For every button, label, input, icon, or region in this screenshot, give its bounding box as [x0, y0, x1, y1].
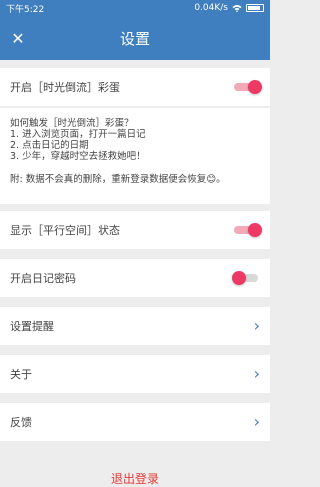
status-bar: 下午5:22 0.04K/s: [0, 0, 270, 16]
reminder-label: 设置提醒: [10, 320, 54, 333]
status-time: 下午5:22: [6, 4, 45, 15]
easter-egg-info: 如何触发［时光倒流］彩蛋？ 1. 进入浏览页面，打开一篇日记 2. 点击日记的日…: [0, 108, 270, 204]
info-line: 1. 进入浏览页面，打开一篇日记: [10, 129, 146, 140]
setting-reminder[interactable]: 设置提醒 ›: [0, 307, 270, 345]
wifi-icon: [232, 5, 242, 12]
parallel-space-label: 显示［平行空间］状态: [10, 224, 120, 237]
info-line: 2. 点击日记的日期: [10, 140, 89, 151]
battery-icon: [246, 4, 264, 12]
info-line: 如何触发［时光倒流］彩蛋？: [10, 118, 134, 129]
page-title: 设置: [119, 29, 150, 48]
chevron-right-icon: ›: [253, 364, 260, 383]
network-speed: 0.04K/s: [194, 3, 228, 13]
easter-egg-label: 开启［时光倒流］彩蛋: [10, 81, 120, 94]
easter-egg-toggle[interactable]: [234, 80, 262, 94]
close-icon: ✕: [11, 28, 25, 48]
info-line: 3. 少年，穿越时空去拯救她吧！: [10, 151, 146, 162]
close-button[interactable]: ✕: [0, 16, 36, 60]
about-label: 关于: [10, 368, 32, 381]
logout-button[interactable]: 退出登录: [0, 470, 270, 487]
setting-about[interactable]: 关于 ›: [0, 355, 270, 393]
diary-password-label: 开启日记密码: [10, 272, 76, 285]
parallel-space-toggle[interactable]: [234, 223, 262, 237]
setting-feedback[interactable]: 反馈 ›: [0, 403, 270, 441]
setting-diary-password: 开启日记密码: [0, 259, 270, 297]
diary-password-toggle[interactable]: [232, 271, 260, 285]
chevron-right-icon: ›: [253, 412, 260, 431]
setting-parallel-space: 显示［平行空间］状态: [0, 211, 270, 249]
app-bar: ✕ 设置: [0, 16, 270, 60]
info-note: 附: 数据不会真的删除，重新登录数据便会恢复😊。: [10, 174, 226, 185]
chevron-right-icon: ›: [253, 316, 260, 335]
setting-easter-egg: 开启［时光倒流］彩蛋: [0, 68, 270, 106]
feedback-label: 反馈: [10, 416, 32, 429]
